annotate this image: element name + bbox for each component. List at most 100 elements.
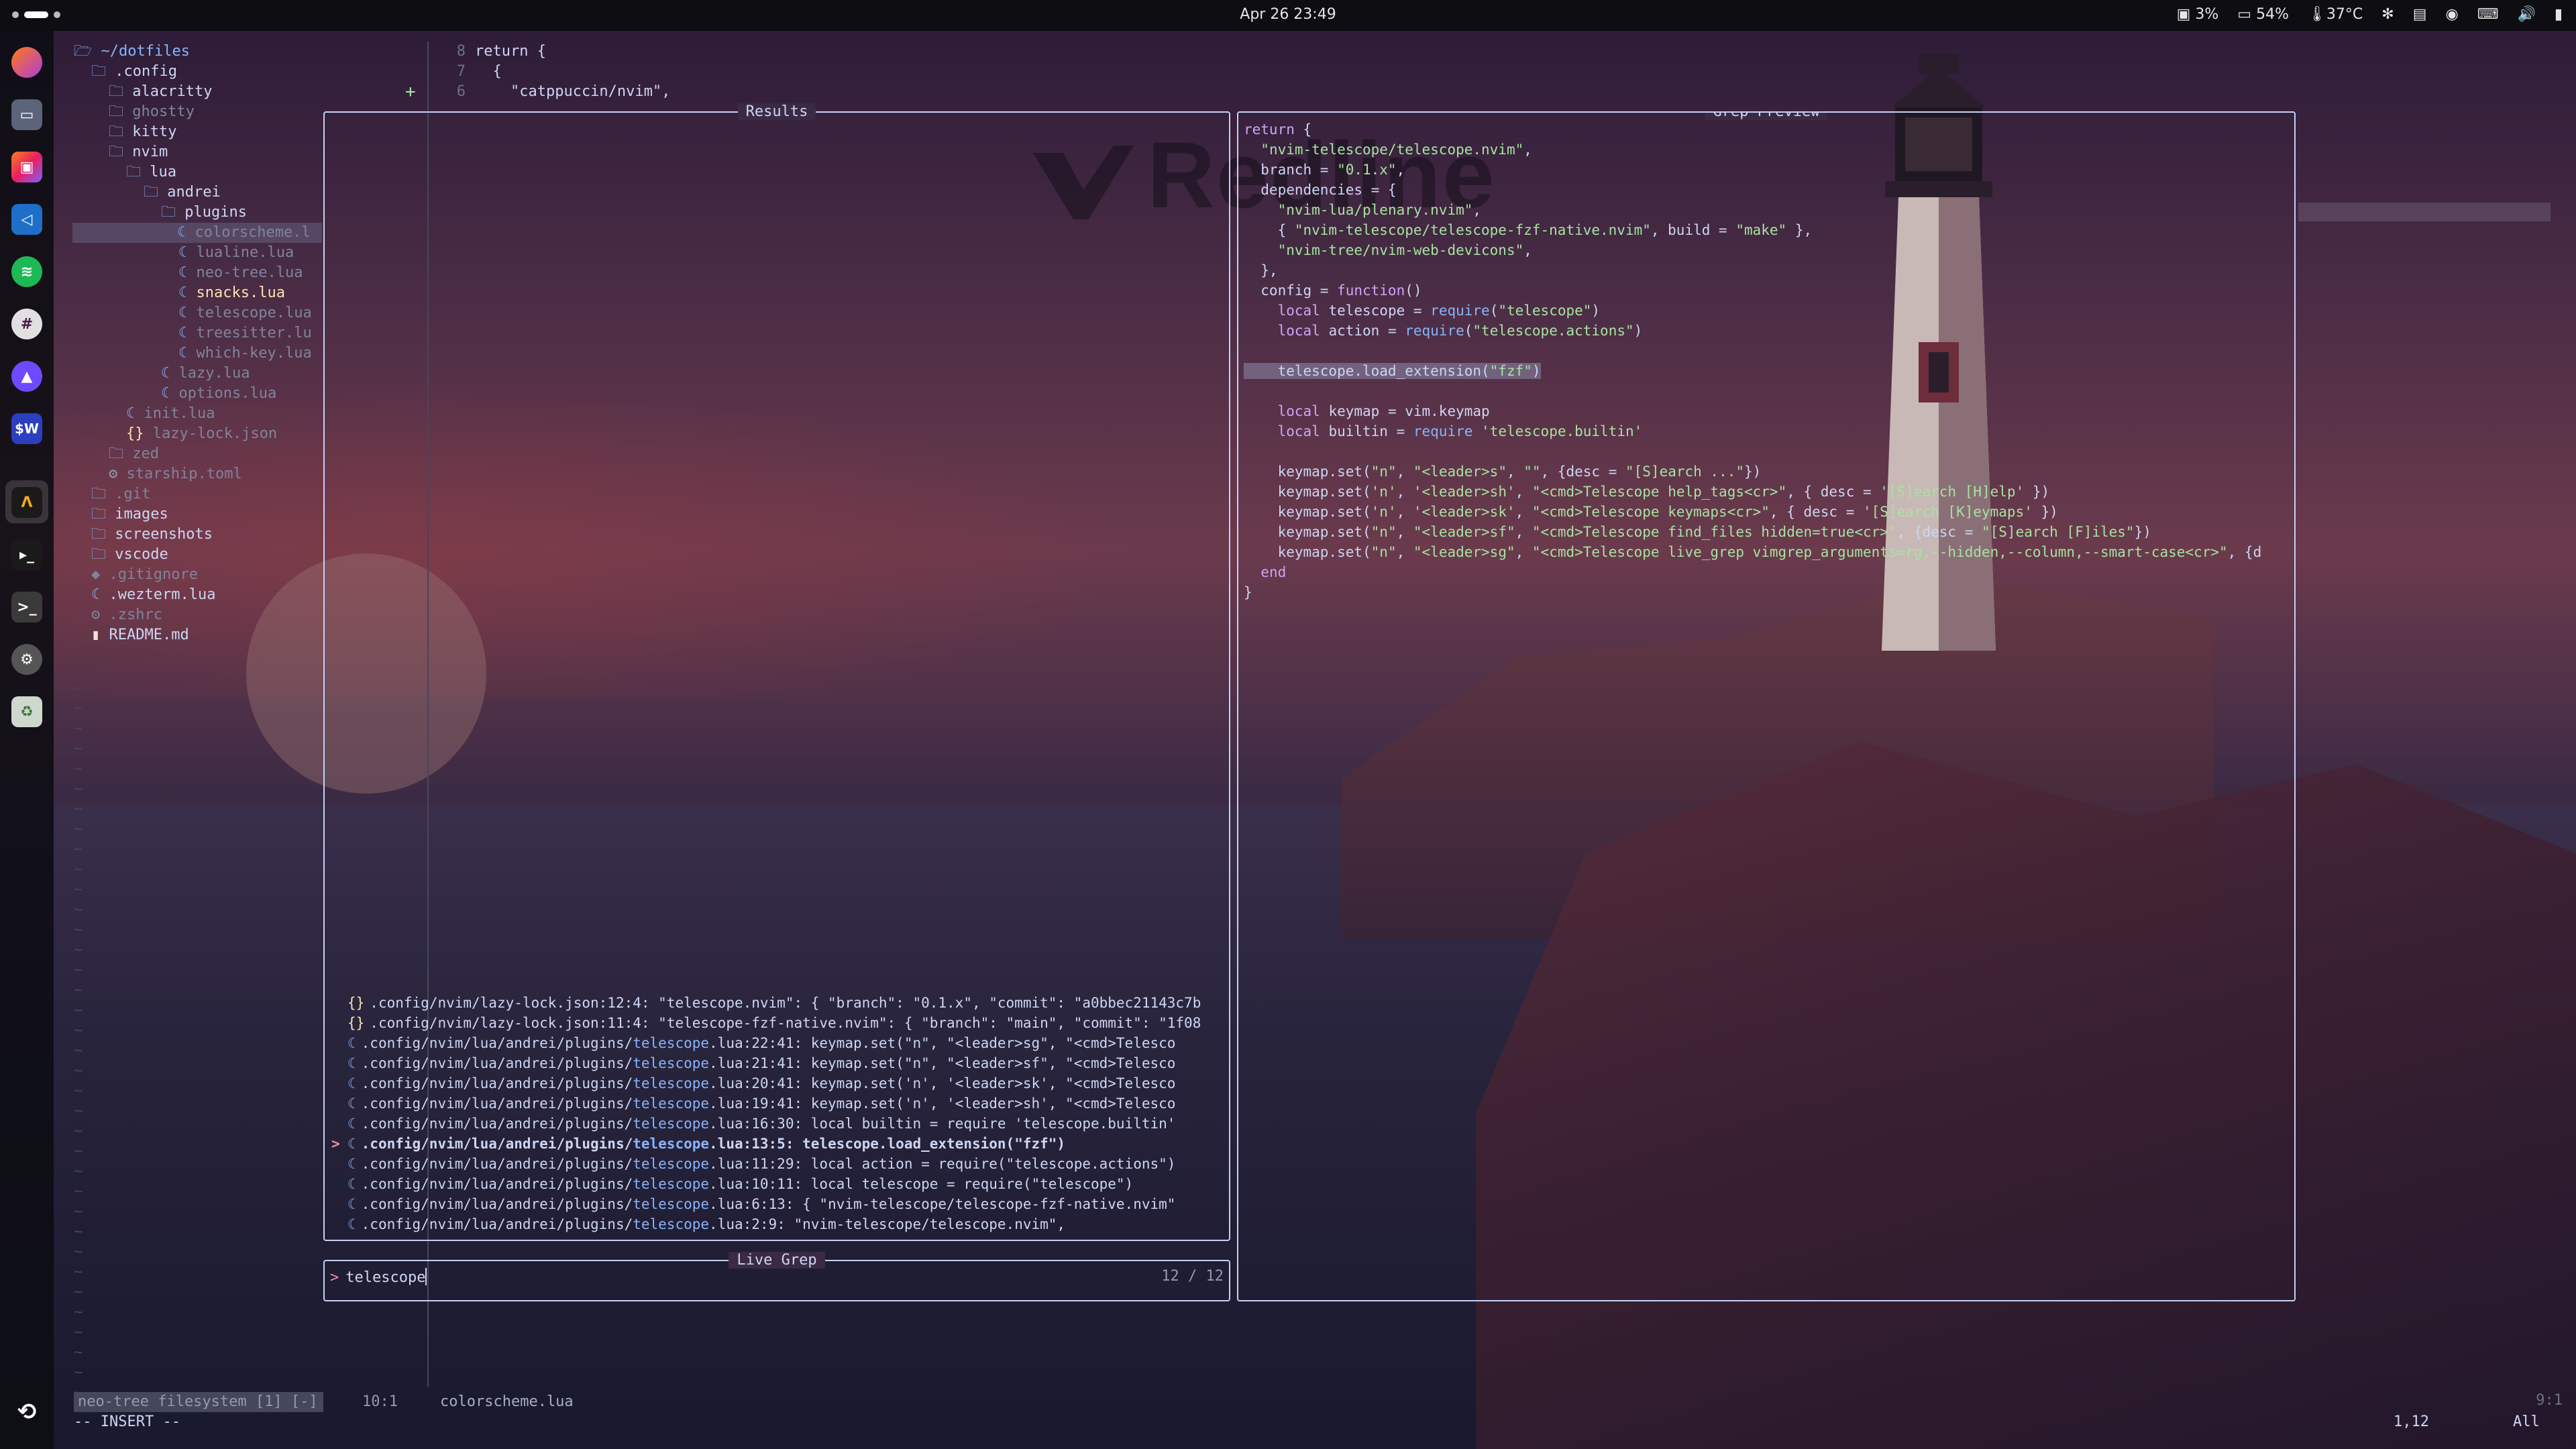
tree-item-lualine-lua[interactable]: ☾ lualine.lua [74, 243, 322, 263]
result-row[interactable]: ☾ .config/nvim/lua/andrei/plugins/telesco… [331, 1093, 1225, 1114]
preview-line: { "nvim-telescope/telescope-fzf-native.n… [1244, 222, 1813, 238]
preview-line: } [1244, 584, 1252, 600]
disk-usage[interactable]: ▣ 3% [2177, 6, 2219, 23]
preview-line: telescope.load_extension("fzf") [1244, 363, 1541, 379]
battery-status[interactable]: ▭ 54% [2237, 6, 2289, 23]
terminal-icon[interactable]: ▸_ [11, 539, 42, 570]
tree-item-neo-tree-lua[interactable]: ☾ neo-tree.lua [74, 263, 322, 283]
volume-icon[interactable]: 🔊 [2517, 6, 2535, 23]
tree-item-nvim[interactable]: 🗀 nvim [74, 142, 322, 162]
alacritty-icon[interactable]: Λ [11, 487, 42, 518]
selection-caret: > [331, 1136, 340, 1152]
prompt-prefix: > [330, 1269, 339, 1286]
empty-line-marker: ~ [74, 1183, 83, 1200]
tree-item-label: lazy.lua [178, 365, 250, 382]
tree-item-starship-toml[interactable]: ⚙ starship.toml [74, 464, 322, 484]
tree-item-treesitter-lu[interactable]: ☾ treesitter.lu [74, 323, 322, 343]
tree-item--zshrc[interactable]: ⚙ .zshrc [74, 605, 322, 625]
tree-item-readme-md[interactable]: ▮ README.md [74, 625, 322, 645]
tree-item-label: neo-tree.lua [196, 264, 303, 281]
tree-item-label: lazy-lock.json [152, 425, 278, 442]
tree-item-init-lua[interactable]: ☾ init.lua [74, 404, 322, 424]
keyboard-icon[interactable]: ⌨ [2477, 6, 2499, 23]
tree-item-lua[interactable]: 🗀 lua [74, 162, 322, 182]
tree-item-label: .gitignore [109, 566, 198, 583]
result-text: local builtin = require 'telescope.built… [802, 1116, 1176, 1132]
tree-item-ghostty[interactable]: 🗀 ghostty [74, 102, 322, 122]
tree-item-lazy-lua[interactable]: ☾ lazy.lua [74, 364, 322, 384]
tree-item-zed[interactable]: 🗀 zed [74, 444, 322, 464]
result-text: "telescope.nvim": { "branch": "0.1.x", "… [649, 995, 1201, 1011]
preview-line: local telescope = require("telescope") [1277, 303, 1601, 319]
preview-line: "nvim-telescope/telescope.nvim", [1260, 142, 1532, 158]
tree-item-alacritty[interactable]: 🗀 alacritty [74, 82, 322, 102]
settings-app-icon[interactable]: ⚙ [11, 644, 42, 675]
lua-file-icon: ☾ [347, 1035, 356, 1051]
wifi-icon[interactable]: ◉ [2446, 6, 2459, 23]
proton-vpn-icon[interactable]: ▲ [11, 361, 42, 392]
result-row[interactable]: > ☾ .config/nvim/lua/andrei/plugins/telesc… [331, 1134, 1225, 1154]
tree-item-plugins[interactable]: 🗀 plugins [74, 203, 322, 223]
tree-item--wezterm-lua[interactable]: ☾ .wezterm.lua [74, 585, 322, 605]
result-path: .config/nvim/lua/andrei/plugins/telescop… [361, 1176, 803, 1192]
result-row[interactable]: ☾ .config/nvim/lua/andrei/plugins/telesco… [331, 1154, 1225, 1174]
settings-icon[interactable]: ✻ [2381, 6, 2394, 23]
search-query[interactable]: telescope [345, 1269, 425, 1286]
empty-line-marker: ~ [74, 1203, 83, 1220]
tree-item--git[interactable]: 🗀 .git [74, 484, 322, 504]
tree-item-label: nvim [132, 144, 168, 160]
slack-icon[interactable]: # [11, 309, 42, 339]
tree-item-label: zed [132, 445, 159, 462]
jetbrains-toolbox-icon[interactable]: ▣ [11, 152, 42, 182]
tree-root[interactable]: 🗁 ~/dotfiles [74, 42, 322, 62]
trash-icon[interactable]: ♻ [11, 696, 42, 727]
scrollbar[interactable] [2298, 203, 2551, 221]
tree-item-andrei[interactable]: 🗀 andrei [74, 182, 322, 203]
tree-item--config[interactable]: 🗀 .config [74, 62, 322, 82]
tree-item-options-lua[interactable]: ☾ options.lua [74, 384, 322, 404]
apps-menu-icon[interactable]: ⟲ [11, 1397, 42, 1428]
tree-item-label: .config [115, 63, 177, 80]
tree-item-images[interactable]: 🗀 images [74, 504, 322, 525]
clipboard-icon[interactable]: ▤ [2413, 6, 2427, 23]
tree-item-lazy-lock-json[interactable]: {} lazy-lock.json [74, 424, 322, 444]
vscode-icon[interactable]: ◁ [11, 204, 42, 235]
empty-line-marker: ~ [74, 1364, 83, 1381]
tree-item-kitty[interactable]: 🗀 kitty [74, 122, 322, 142]
warp-terminal-icon[interactable]: $W [11, 413, 42, 444]
temperature[interactable]: 🌡37°C [2308, 6, 2363, 23]
result-row[interactable]: {} .config/nvim/lazy-lock.json:11:4: "tel… [331, 1013, 1225, 1033]
result-row[interactable]: ☾ .config/nvim/lua/andrei/plugins/telesco… [331, 1174, 1225, 1194]
result-row[interactable]: ☾ .config/nvim/lua/andrei/plugins/telesco… [331, 1114, 1225, 1134]
tree-item-colorscheme-l[interactable]: ☾ colorscheme.l [72, 223, 322, 243]
preview-code[interactable]: return { "nvim-telescope/telescope.nvim"… [1244, 119, 2261, 602]
result-row[interactable]: ☾ .config/nvim/lua/andrei/plugins/telesco… [331, 1073, 1225, 1093]
firefox-icon[interactable] [11, 47, 42, 78]
tree-item-telescope-lua[interactable]: ☾ telescope.lua [74, 303, 322, 323]
spotify-icon[interactable]: ≋ [11, 256, 42, 287]
result-row[interactable]: ☾ .config/nvim/lua/andrei/plugins/telesco… [331, 1033, 1225, 1053]
result-text: keymap.set('n', '<leader>sh', "<cmd>Tele… [802, 1095, 1176, 1112]
folder-icon: 🗀 [91, 506, 115, 523]
empty-line-marker: ~ [74, 1324, 83, 1341]
editor-buffer[interactable]: 8 return {7 {6 "catppuccin/nvim", [443, 42, 671, 102]
tree-item-label: kitty [132, 123, 177, 140]
files-icon[interactable]: ▭ [11, 99, 42, 130]
terminal-2-icon[interactable]: >_ [11, 592, 42, 623]
tree-item-label: telescope.lua [196, 305, 312, 321]
telescope-prompt-panel: Live Grep > telescope 12 / 12 [323, 1252, 1230, 1301]
power-icon[interactable]: ▮ [2555, 6, 2563, 23]
result-row[interactable]: {} .config/nvim/lazy-lock.json:12:4: "tel… [331, 993, 1225, 1013]
tree-item-vscode[interactable]: 🗀 vscode [74, 545, 322, 565]
tree-item--gitignore[interactable]: ◆ .gitignore [74, 565, 322, 585]
result-row[interactable]: ☾ .config/nvim/lua/andrei/plugins/telesco… [331, 1194, 1225, 1214]
preview-line: config = function() [1244, 282, 1422, 299]
result-row[interactable]: ☾ .config/nvim/lua/andrei/plugins/telesco… [331, 1214, 1225, 1234]
search-input[interactable]: > telescope [330, 1268, 427, 1288]
tree-item-which-key-lua[interactable]: ☾ which-key.lua [74, 343, 322, 364]
result-row[interactable]: ☾ .config/nvim/lua/andrei/plugins/telesco… [331, 1053, 1225, 1073]
tree-item-snacks-lua[interactable]: ☾ snacks.lua [74, 283, 322, 303]
result-text: "nvim-telescope/telescope.nvim", [785, 1216, 1066, 1232]
tree-item-screenshots[interactable]: 🗀 screenshots [74, 525, 322, 545]
tree-item-label: which-key.lua [196, 345, 312, 362]
